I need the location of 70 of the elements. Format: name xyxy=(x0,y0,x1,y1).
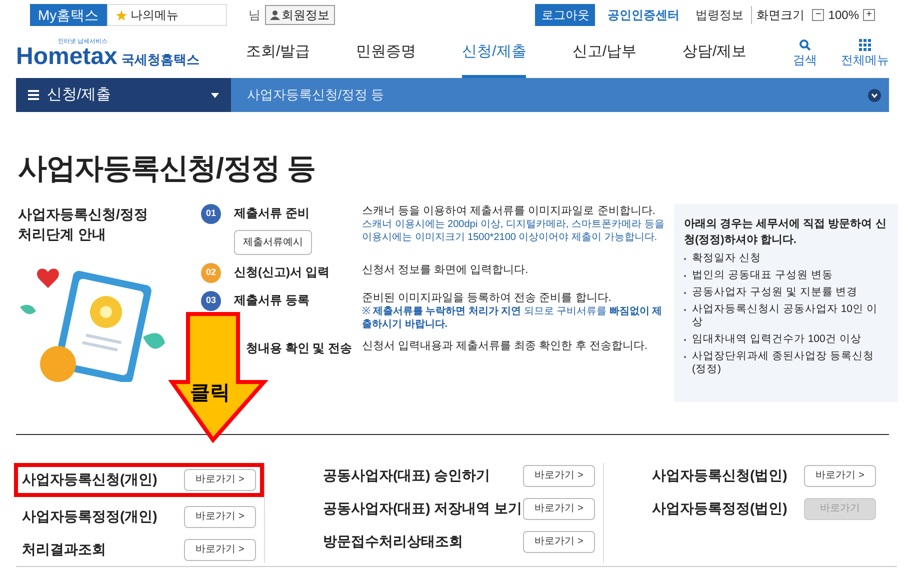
search-button[interactable]: 검색 xyxy=(793,39,817,69)
caret-icon xyxy=(211,92,219,98)
logo-wordmark: Hometax xyxy=(16,45,118,69)
my-menu-label: 나의메뉴 xyxy=(130,7,179,24)
my-hometax-tab[interactable]: My홈택스 xyxy=(30,4,107,26)
go-button[interactable]: 바로가기 > xyxy=(523,530,595,552)
go-button[interactable]: 바로가기 > xyxy=(184,538,256,560)
step-description: 신청서 입력내용과 제출서류를 최종 확인한 후 전송합니다. xyxy=(362,338,648,352)
zoom-in-button[interactable]: + xyxy=(863,9,875,21)
person-icon xyxy=(270,10,280,20)
go-button[interactable]: 바로가기 > xyxy=(184,468,256,490)
step-description: 스캐너 등을 이용하여 제출서류를 이미지파일로 준비합니다. xyxy=(362,204,656,218)
visit-notice-item: 확정일자 신청 xyxy=(692,252,762,264)
service-label: 사업자등록신청(개인) xyxy=(22,470,158,489)
step-number: 02 xyxy=(201,262,221,282)
step-label: 청내용 확인 및 전송 xyxy=(246,340,354,356)
visit-notice-item: 공동사업자 구성원 및 지분률 변경 xyxy=(692,286,859,298)
zoom-out-button[interactable]: − xyxy=(812,9,824,21)
search-icon xyxy=(799,39,811,51)
step-number: 01 xyxy=(201,204,221,224)
logo-korean-name: 국세청홈택스 xyxy=(121,50,200,68)
visit-notice-item: 사업장단위과세 종된사업장 등록신청(정정) xyxy=(692,350,875,376)
user-suffix: 님 xyxy=(248,7,261,24)
menu-icon xyxy=(28,90,39,100)
step-label: 신청(신고)서 입력 xyxy=(234,264,330,280)
step-note: ※ 제출서류를 누락하면 처리가 지연 되므로 구비서류를 빠짐없이 제출하시기 바랍니다. xyxy=(362,304,664,330)
service-label: 사업자등록정정(개인) xyxy=(22,507,158,526)
service-label: 처리결과조회 xyxy=(22,540,106,559)
service-label: 사업자등록정정(법인) xyxy=(652,499,788,518)
example-docs-button[interactable]: 제출서류예시 xyxy=(234,230,312,254)
expand-icon[interactable] xyxy=(868,88,881,102)
go-button[interactable]: 바로가기 > xyxy=(184,506,256,528)
step-description: 준비된 이미지파일을 등록하여 전송 준비를 합니다. xyxy=(362,290,612,304)
step-label: 제출서류 준비 xyxy=(234,204,310,222)
section-dropdown[interactable]: 신청/제출 xyxy=(16,78,231,112)
zoom-label: 화면크기 xyxy=(751,6,804,24)
zoom-value: 100% xyxy=(828,7,859,24)
member-info-button[interactable]: 회원정보 xyxy=(264,5,335,25)
page-title: 사업자등록신청/정정 등 xyxy=(18,152,316,187)
nav-tab[interactable]: 조회/발급 xyxy=(246,30,310,78)
step-number: 03 xyxy=(201,290,221,310)
grid-icon xyxy=(859,39,871,51)
nav-tab[interactable]: 상담/제보 xyxy=(682,30,747,78)
service-label: 공동사업자(대표) 승인하기 xyxy=(323,466,490,485)
step-description: 신청서 정보를 화면에 입력합니다. xyxy=(362,262,530,276)
visit-notice-item: 임대차내역 입력건수가 100건 이상 xyxy=(692,332,862,346)
logout-button[interactable]: 로그아웃 xyxy=(535,4,596,26)
my-menu-tab[interactable]: 나의메뉴 xyxy=(106,4,227,26)
cert-center-link[interactable]: 공인인증센터 xyxy=(607,6,680,24)
go-button[interactable]: 바로가기 > xyxy=(523,498,595,520)
section-label: 신청/제출 xyxy=(47,84,112,105)
nav-tab[interactable]: 민원증명 xyxy=(356,30,416,78)
service-label: 사업자등록신청(법인) xyxy=(652,466,788,485)
visit-notice-item: 법인의 공동대표 구성원 변동 xyxy=(692,268,834,282)
click-label: 클릭 xyxy=(190,381,230,406)
star-icon xyxy=(116,10,127,20)
nav-tab[interactable]: 신고/납부 xyxy=(572,30,637,78)
breadcrumb-current: 사업자등록신청/정정 등 xyxy=(247,86,384,104)
law-info-link[interactable]: 법령정보 xyxy=(695,6,744,24)
step-label: 제출서류 등록 xyxy=(234,292,310,308)
service-label: 방문접수처리상태조회 xyxy=(323,532,463,551)
go-button[interactable]: 바로가기 > xyxy=(523,464,595,486)
go-button[interactable]: 바로가기 > xyxy=(804,464,876,486)
guide-title: 사업자등록신청/정정 처리단계 안내 xyxy=(18,204,149,244)
visit-notice-title: 아래의 경우는 세무서에 직접 방문하여 신청(정정)하셔야 합니다. xyxy=(684,216,888,248)
visit-notice-item: 사업자등록신청시 공동사업자 10인 이상 xyxy=(692,302,878,328)
all-menu-button[interactable]: 전체메뉴 xyxy=(841,39,889,69)
service-label: 공동사업자(대표) 저장내역 보기 xyxy=(323,499,522,518)
step-note: 스캐너 이용시에는 200dpi 이상, 디지털카메라, 스마트폰카메라 등을 이용시에는 이미지크기 1500*2100 이상이어야 제출이 가능합니다. xyxy=(362,218,666,244)
go-button: 바로가기 xyxy=(804,498,876,520)
